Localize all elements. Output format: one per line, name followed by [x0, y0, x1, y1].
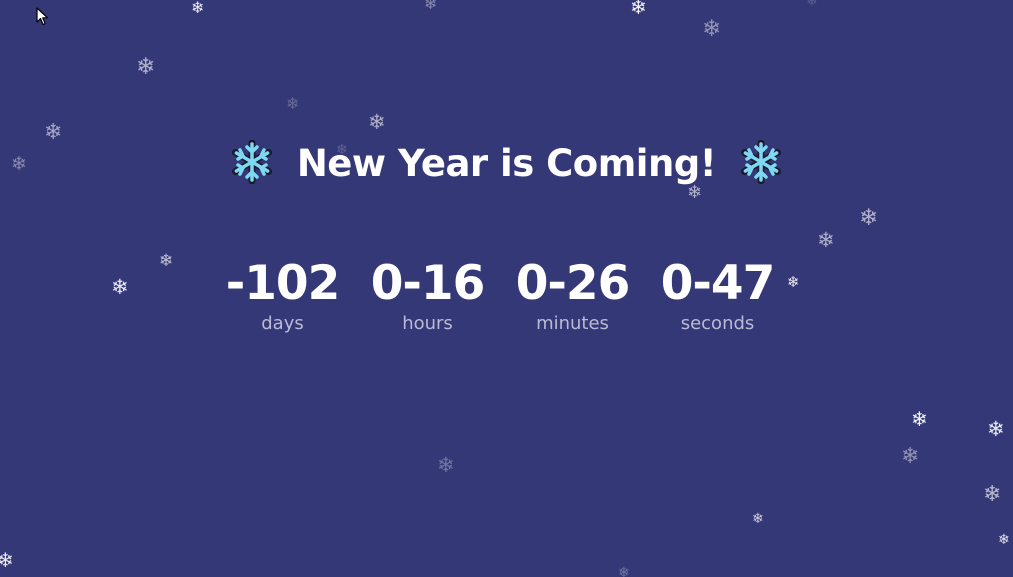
seconds-value: 0-47	[660, 256, 776, 311]
snowflake-icon: ❄	[901, 444, 920, 469]
snowflake-icon: ❄	[136, 54, 156, 80]
minutes-label: minutes	[536, 313, 609, 334]
minutes-value: 0-26	[515, 256, 631, 311]
countdown-hours: 0-16 hours	[355, 255, 500, 335]
snow-scene: ❄ ❄ ❄ ❄ ❄ ❄ ❄ ❄ ❄ ❄ ❄ ❄ ❄ ❄ ❄ ❄ ❄ ❄ ❄ ❄ ❄ ❄ ❄ ❄ ❄ ❄ New Year is C…	[0, 0, 1013, 577]
snowflake-icon: ❄	[687, 182, 703, 203]
snowflake-icon: ❄	[618, 565, 630, 577]
page-title: New Year is Coming!	[0, 140, 1013, 185]
snowflake-icon: ❄	[911, 407, 928, 431]
hours-label: hours	[402, 313, 453, 334]
days-value: -102	[225, 256, 341, 311]
snowflake-icon: ❄	[368, 110, 386, 134]
snowflake-icon: ❄	[806, 0, 818, 9]
countdown-days: -102 days	[210, 255, 355, 335]
title-text: New Year is Coming!	[296, 142, 717, 185]
snowflake-icon: ❄	[0, 548, 14, 572]
snowflake-icon: ❄	[998, 532, 1010, 548]
countdown-timer: -102 days 0-16 hours 0-26 minutes 0-47 s…	[210, 255, 790, 335]
snowflake-icon: ❄	[817, 228, 835, 252]
snowflake-icon: ❄	[191, 0, 205, 17]
snowflake-icon: ❄	[424, 0, 438, 13]
snowflake-icon: ❄	[752, 511, 764, 527]
countdown-minutes: 0-26 minutes	[500, 255, 645, 335]
snowflake-icon: ❄	[859, 205, 879, 231]
snowflake-icon: ❄	[286, 94, 300, 113]
snowflake-icon: ❄	[159, 251, 174, 271]
snowflake-icon: ❄	[437, 453, 455, 477]
snowflake-emoji-icon	[232, 140, 273, 184]
snowflake-icon: ❄	[987, 417, 1005, 441]
days-label: days	[261, 313, 304, 334]
countdown-seconds: 0-47 seconds	[645, 255, 790, 335]
snowflake-emoji-icon	[740, 140, 781, 184]
seconds-label: seconds	[680, 313, 755, 334]
snowflake-icon: ❄	[702, 16, 722, 42]
mouse-cursor-icon	[36, 7, 49, 26]
snowflake-icon: ❄	[630, 0, 647, 19]
snowflake-icon: ❄	[983, 482, 1002, 507]
snowflake-icon: ❄	[111, 275, 129, 299]
hours-value: 0-16	[370, 256, 486, 311]
